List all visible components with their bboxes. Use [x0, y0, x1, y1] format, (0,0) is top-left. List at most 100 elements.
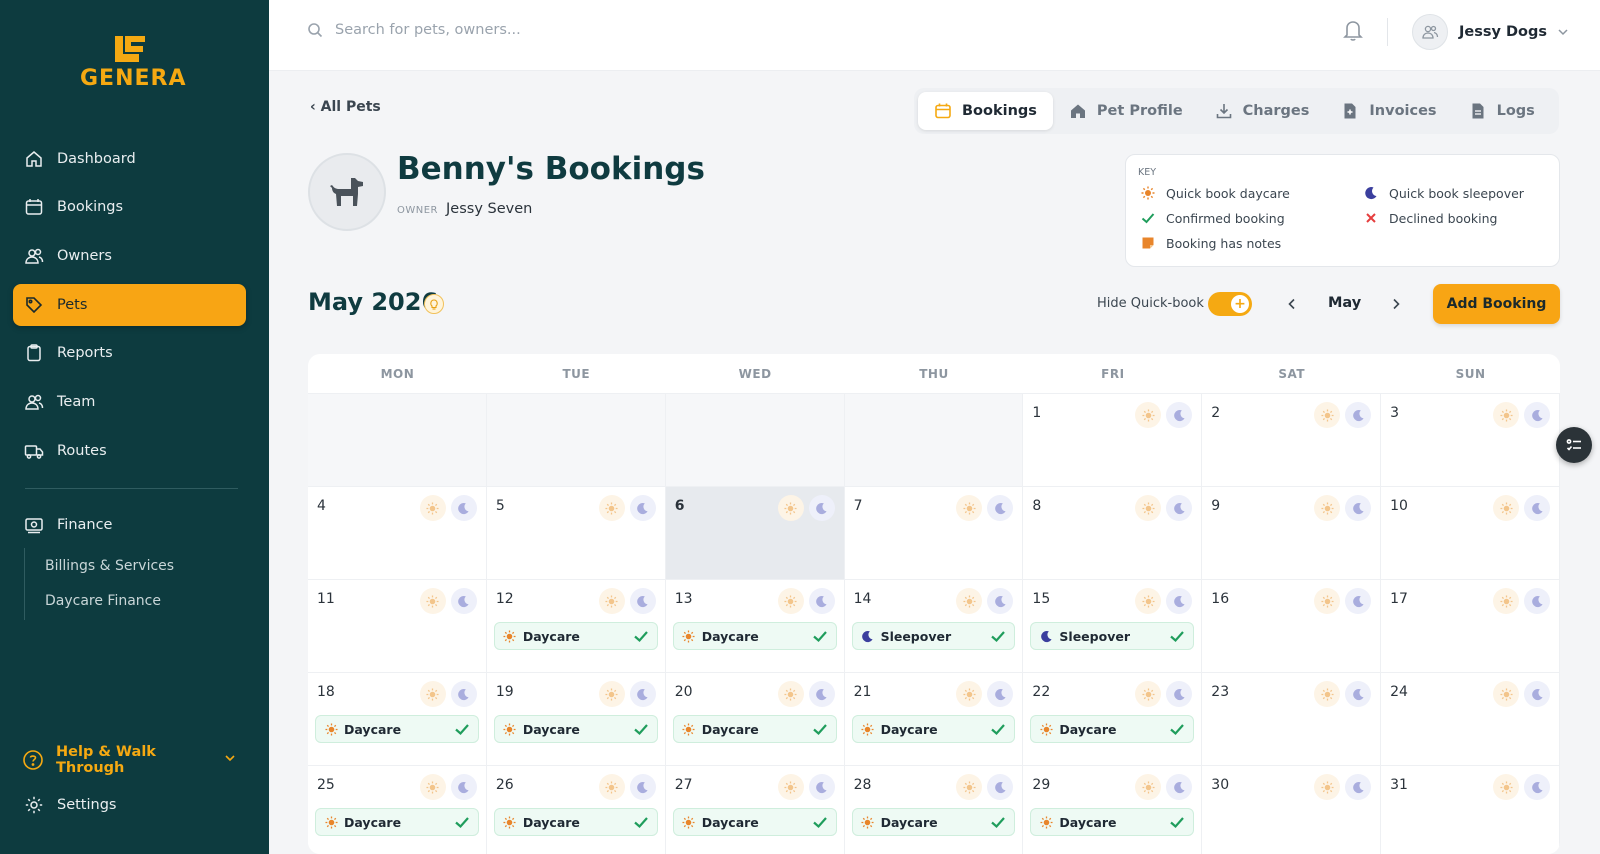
lightbulb-icon[interactable]: [424, 294, 444, 314]
booking-chip[interactable]: Daycare: [1030, 715, 1195, 743]
calendar-day-cell[interactable]: 27 Daycare: [665, 766, 845, 854]
quickbook-sleepover-moon-icon[interactable]: [629, 495, 656, 521]
calendar-day-cell[interactable]: 1: [1023, 394, 1203, 487]
quickbook-sleepover-moon-icon[interactable]: [1524, 774, 1550, 800]
calendar-day-cell[interactable]: 21 Daycare: [844, 673, 1024, 766]
filter-list-icon[interactable]: [1556, 427, 1592, 463]
user-menu[interactable]: Jessy Dogs: [1412, 14, 1569, 50]
quickbook-sleepover-moon-icon[interactable]: [1524, 588, 1550, 614]
tab-charges[interactable]: Charges: [1199, 92, 1326, 130]
calendar-day-cell[interactable]: 16: [1202, 580, 1382, 673]
quickbook-sleepover-moon-icon[interactable]: [987, 588, 1014, 614]
quickbook-sleepover-moon-icon[interactable]: [1166, 588, 1193, 614]
quickbook-sleepover-moon-icon[interactable]: [1345, 774, 1372, 800]
booking-chip[interactable]: Daycare: [493, 715, 658, 743]
booking-chip[interactable]: Daycare: [315, 808, 479, 836]
quickbook-daycare-sun-icon[interactable]: [1314, 774, 1341, 800]
booking-chip[interactable]: Daycare: [672, 622, 837, 650]
quickbook-sleepover-moon-icon[interactable]: [1166, 681, 1193, 707]
booking-chip[interactable]: Sleepover: [851, 622, 1016, 650]
calendar-day-cell[interactable]: 8: [1023, 487, 1203, 580]
calendar-day-cell[interactable]: 2: [1202, 394, 1382, 487]
quickbook-daycare-sun-icon[interactable]: [419, 588, 446, 614]
sidebar-item-finance[interactable]: Finance: [13, 504, 246, 546]
sidebar-item-pets[interactable]: Pets: [13, 284, 246, 326]
quickbook-sleepover-moon-icon[interactable]: [1166, 495, 1193, 521]
sidebar-item-routes[interactable]: Routes: [13, 430, 246, 472]
sidebar-item-dashboard[interactable]: Dashboard: [13, 138, 246, 180]
calendar-day-cell[interactable]: 14 Sleepover: [844, 580, 1024, 673]
booking-chip[interactable]: Daycare: [672, 715, 837, 743]
quickbook-sleepover-moon-icon[interactable]: [987, 774, 1014, 800]
owner-name[interactable]: Jessy Seven: [446, 201, 532, 217]
booking-chip[interactable]: Daycare: [315, 715, 479, 743]
quickbook-sleepover-moon-icon[interactable]: [808, 774, 835, 800]
sidebar-item-team[interactable]: Team: [13, 381, 246, 423]
quickbook-daycare-sun-icon[interactable]: [1314, 588, 1341, 614]
sidebar-item-reports[interactable]: Reports: [13, 332, 246, 374]
add-booking-button[interactable]: Add Booking: [1433, 284, 1560, 324]
quickbook-daycare-sun-icon[interactable]: [1493, 681, 1519, 707]
next-month-button[interactable]: [1386, 294, 1406, 314]
quickbook-daycare-sun-icon[interactable]: [1314, 681, 1341, 707]
quickbook-daycare-sun-icon[interactable]: [1135, 774, 1162, 800]
quickbook-daycare-sun-icon[interactable]: [1135, 588, 1162, 614]
quickbook-daycare-sun-icon[interactable]: [598, 588, 625, 614]
help-walkthrough-button[interactable]: Help & Walk Through: [22, 744, 242, 776]
calendar-day-cell[interactable]: 4: [308, 487, 487, 580]
calendar-day-cell[interactable]: 26 Daycare: [486, 766, 666, 854]
booking-chip[interactable]: Daycare: [1030, 808, 1195, 836]
quickbook-daycare-sun-icon[interactable]: [956, 681, 983, 707]
booking-chip[interactable]: Daycare: [493, 622, 658, 650]
quickbook-daycare-sun-icon[interactable]: [1135, 495, 1162, 521]
quickbook-sleepover-moon-icon[interactable]: [450, 588, 477, 614]
calendar-day-cell[interactable]: 3: [1381, 394, 1560, 487]
quickbook-daycare-sun-icon[interactable]: [1135, 402, 1162, 428]
calendar-day-cell[interactable]: 15 Sleepover: [1023, 580, 1203, 673]
calendar-day-cell[interactable]: 11: [308, 580, 487, 673]
quickbook-daycare-sun-icon[interactable]: [777, 774, 804, 800]
booking-chip[interactable]: Daycare: [672, 808, 837, 836]
quickbook-daycare-sun-icon[interactable]: [1314, 495, 1341, 521]
sidebar-item-owners[interactable]: Owners: [13, 235, 246, 277]
quickbook-sleepover-moon-icon[interactable]: [1345, 402, 1372, 428]
calendar-day-cell[interactable]: 23: [1202, 673, 1382, 766]
quickbook-daycare-sun-icon[interactable]: [1493, 495, 1519, 521]
quickbook-daycare-sun-icon[interactable]: [419, 774, 446, 800]
quickbook-sleepover-moon-icon[interactable]: [1345, 681, 1372, 707]
tab-bookings[interactable]: Bookings: [918, 92, 1053, 130]
calendar-day-cell[interactable]: 20 Daycare: [665, 673, 845, 766]
tab-invoices[interactable]: Invoices: [1325, 92, 1452, 130]
quickbook-daycare-sun-icon[interactable]: [777, 495, 804, 521]
calendar-day-cell[interactable]: 9: [1202, 487, 1382, 580]
sidebar-subitem-daycare-finance[interactable]: Daycare Finance: [45, 593, 161, 609]
quickbook-sleepover-moon-icon[interactable]: [629, 681, 656, 707]
quickbook-sleepover-moon-icon[interactable]: [987, 681, 1014, 707]
quickbook-daycare-sun-icon[interactable]: [598, 774, 625, 800]
calendar-day-cell[interactable]: 18 Daycare: [308, 673, 487, 766]
quickbook-sleepover-moon-icon[interactable]: [450, 495, 477, 521]
calendar-day-cell[interactable]: 31: [1381, 766, 1560, 854]
calendar-day-cell[interactable]: 7: [844, 487, 1024, 580]
quickbook-daycare-sun-icon[interactable]: [598, 681, 625, 707]
calendar-day-cell[interactable]: 10: [1381, 487, 1560, 580]
quickbook-daycare-sun-icon[interactable]: [777, 681, 804, 707]
quickbook-sleepover-moon-icon[interactable]: [629, 774, 656, 800]
quickbook-sleepover-moon-icon[interactable]: [808, 588, 835, 614]
calendar-day-cell[interactable]: 17: [1381, 580, 1560, 673]
bell-icon[interactable]: [1342, 18, 1364, 42]
back-to-all-pets-link[interactable]: ‹ All Pets: [310, 99, 381, 115]
quickbook-sleepover-moon-icon[interactable]: [1345, 588, 1372, 614]
tab-logs[interactable]: Logs: [1453, 92, 1551, 130]
sidebar-item-bookings[interactable]: Bookings: [13, 186, 246, 228]
calendar-day-cell[interactable]: 19 Daycare: [486, 673, 666, 766]
quickbook-sleepover-moon-icon[interactable]: [1166, 774, 1193, 800]
quickbook-sleepover-moon-icon[interactable]: [1166, 402, 1193, 428]
quickbook-sleepover-moon-icon[interactable]: [1524, 402, 1550, 428]
brand-logo[interactable]: GENERA: [80, 34, 186, 91]
prev-month-button[interactable]: [1282, 294, 1302, 314]
quickbook-daycare-sun-icon[interactable]: [777, 588, 804, 614]
quickbook-sleepover-moon-icon[interactable]: [808, 681, 835, 707]
search-box[interactable]: Search for pets, owners...: [307, 22, 521, 38]
calendar-day-cell[interactable]: 5: [486, 487, 666, 580]
